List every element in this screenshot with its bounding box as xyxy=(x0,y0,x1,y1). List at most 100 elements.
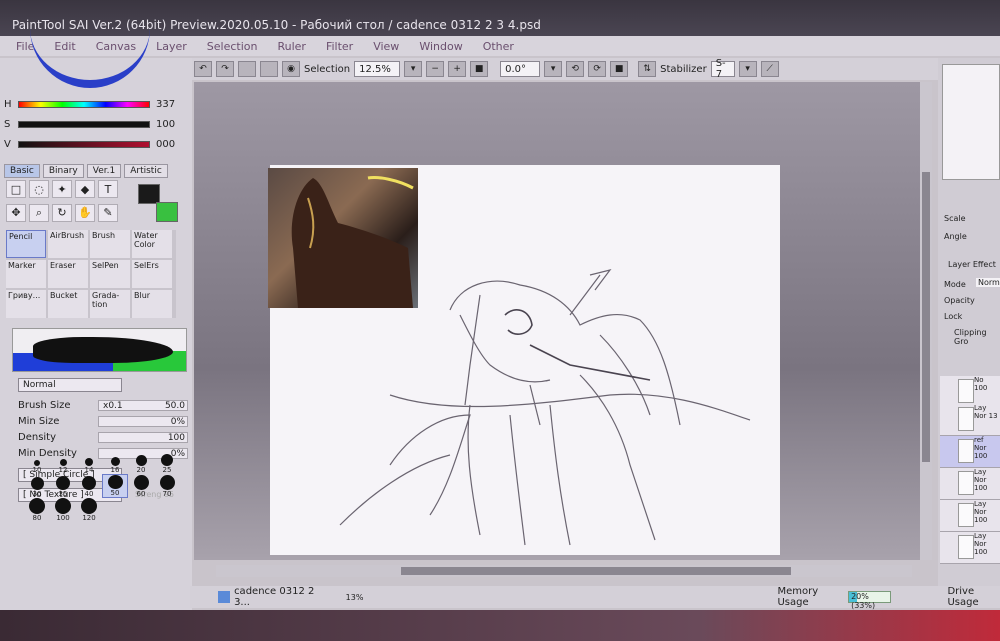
lasso-icon[interactable]: ◌ xyxy=(29,180,49,198)
magic-wand-icon[interactable]: ✦ xyxy=(52,180,72,198)
brush-airbrush[interactable]: AirBrush xyxy=(48,230,88,258)
rotation-dropdown-icon[interactable]: ▾ xyxy=(544,61,563,77)
deselect-icon[interactable] xyxy=(238,61,256,77)
tab-binary[interactable]: Binary xyxy=(42,164,84,178)
value-slider[interactable] xyxy=(18,140,150,148)
zoom-reset-icon[interactable]: ■ xyxy=(470,61,489,77)
layer-thumbnail xyxy=(958,471,974,495)
brush-custom[interactable]: Гриву... xyxy=(6,290,46,318)
layer-row[interactable]: Lay Nor 100 xyxy=(940,468,1000,500)
tab-artistic[interactable]: Artistic xyxy=(124,164,168,178)
menu-bar: File Edit Canvas Layer Selection Ruler F… xyxy=(0,36,1000,56)
text-icon[interactable]: T xyxy=(98,180,118,198)
saturation-value: 100 xyxy=(156,118,176,130)
size-preset[interactable]: 25 xyxy=(154,450,180,474)
horizontal-scroll-thumb[interactable] xyxy=(401,567,791,575)
rotate-right-icon[interactable]: ⟳ xyxy=(588,61,607,77)
hue-slider[interactable] xyxy=(18,100,150,108)
flip-icon[interactable]: ⇅ xyxy=(638,61,657,77)
menu-other[interactable]: Other xyxy=(473,40,524,53)
mode-dropdown[interactable]: Norm xyxy=(976,278,1000,287)
density-slider[interactable]: 100 xyxy=(98,431,188,443)
brush-selers[interactable]: SelErs xyxy=(132,260,172,288)
size-preset[interactable]: 14 xyxy=(76,450,102,474)
rotate-reset-icon[interactable]: ■ xyxy=(610,61,629,77)
hand-icon[interactable]: ✋ xyxy=(75,203,95,222)
clipping-group-label[interactable]: Clipping Gro xyxy=(954,328,1000,346)
rotation-field[interactable]: 0.0° xyxy=(500,61,541,77)
layer-effect-label[interactable]: Layer Effect xyxy=(948,260,996,269)
brush-pencil[interactable]: Pencil xyxy=(6,230,46,258)
brush-size-slider[interactable]: x0.1 50.0 xyxy=(98,399,188,411)
navigator-preview[interactable] xyxy=(942,64,1000,180)
layer-row-selected[interactable]: ref Nor 100 xyxy=(940,436,1000,468)
menu-layer[interactable]: Layer xyxy=(146,40,197,53)
size-preset[interactable]: 10 xyxy=(24,450,50,474)
zoom-in-icon[interactable]: + xyxy=(448,61,467,77)
brush-eraser[interactable]: Eraser xyxy=(48,260,88,288)
size-preset-selected[interactable]: 50 xyxy=(102,474,128,498)
selection-eye-icon[interactable]: ◉ xyxy=(282,61,300,77)
rotate-icon[interactable]: ↻ xyxy=(52,203,72,222)
zoom-icon[interactable]: ⌕ xyxy=(29,203,49,222)
tab-ver1[interactable]: Ver.1 xyxy=(86,164,122,178)
min-size-row: Min Size 0% xyxy=(18,414,188,428)
brush-selpen[interactable]: SelPen xyxy=(90,260,130,288)
reference-horse-photo[interactable] xyxy=(268,168,418,308)
line-icon[interactable]: ⟋ xyxy=(760,61,779,77)
brush-blur[interactable]: Blur xyxy=(132,290,172,318)
eyedropper-icon[interactable]: ✎ xyxy=(98,203,118,222)
zoom-out-icon[interactable]: − xyxy=(426,61,445,77)
size-preset[interactable]: 70 xyxy=(154,474,180,498)
size-preset[interactable]: 20 xyxy=(128,450,154,474)
brush-marker[interactable]: Marker xyxy=(6,260,46,288)
menu-selection[interactable]: Selection xyxy=(197,40,268,53)
value-value: 000 xyxy=(156,138,176,150)
size-preset[interactable]: 35 xyxy=(50,474,76,498)
invert-selection-icon[interactable] xyxy=(260,61,278,77)
vertical-scroll-thumb[interactable] xyxy=(922,172,930,462)
min-size-slider[interactable]: 0% xyxy=(98,415,188,427)
brush-bucket[interactable]: Bucket xyxy=(48,290,88,318)
document-tab-name[interactable]: cadence 0312 2 3... xyxy=(234,586,320,608)
size-preset[interactable]: 12 xyxy=(50,450,76,474)
scale-label: Scale xyxy=(944,214,966,223)
vertical-scrollbar[interactable] xyxy=(920,82,932,560)
menu-filter[interactable]: Filter xyxy=(316,40,363,53)
layer-row[interactable]: Lay Nor 100 xyxy=(940,500,1000,532)
background-color-swatch[interactable] xyxy=(156,202,178,222)
status-bar: cadence 0312 2 3... 13% Memory Usage 20%… xyxy=(190,586,1000,610)
saturation-slider[interactable] xyxy=(18,120,150,128)
menu-ruler[interactable]: Ruler xyxy=(267,40,315,53)
size-preset[interactable]: 30 xyxy=(24,474,50,498)
menu-view[interactable]: View xyxy=(363,40,409,53)
color-wheel[interactable] xyxy=(30,28,150,88)
zoom-dropdown-icon[interactable]: ▾ xyxy=(404,61,423,77)
layer-row[interactable]: Lay Nor 100 xyxy=(940,532,1000,564)
size-preset[interactable]: 60 xyxy=(128,474,154,498)
size-preset[interactable]: 120 xyxy=(76,498,102,522)
menu-window[interactable]: Window xyxy=(409,40,472,53)
brush-gradation[interactable]: Grada- tion xyxy=(90,290,130,318)
zoom-field[interactable]: 12.5% xyxy=(354,61,401,77)
horizontal-scrollbar[interactable] xyxy=(216,565,912,577)
size-preset[interactable]: 100 xyxy=(50,498,76,522)
brush-stroke-preview xyxy=(12,328,187,372)
tab-basic[interactable]: Basic xyxy=(4,164,40,178)
undo-icon[interactable]: ↶ xyxy=(194,61,212,77)
stabilizer-field[interactable]: S-7 xyxy=(710,58,735,80)
blend-mode-dropdown[interactable]: Normal xyxy=(18,378,122,392)
size-preset[interactable]: 16 xyxy=(102,450,128,474)
foreground-color-swatch[interactable] xyxy=(138,184,160,204)
rect-select-icon[interactable]: □ xyxy=(6,180,26,198)
move-icon[interactable]: ✥ xyxy=(6,203,26,222)
layer-row[interactable]: Lay Nor 13 xyxy=(940,404,1000,436)
brush-watercolor[interactable]: Water Color xyxy=(132,230,172,258)
rotate-left-icon[interactable]: ⟲ xyxy=(566,61,585,77)
stabilizer-dropdown-icon[interactable]: ▾ xyxy=(738,61,757,77)
size-preset[interactable]: 80 xyxy=(24,498,50,522)
redo-icon[interactable]: ↷ xyxy=(216,61,234,77)
size-preset[interactable]: 40 xyxy=(76,474,102,498)
bucket-icon[interactable]: ◆ xyxy=(75,180,95,198)
brush-brush[interactable]: Brush xyxy=(90,230,130,258)
